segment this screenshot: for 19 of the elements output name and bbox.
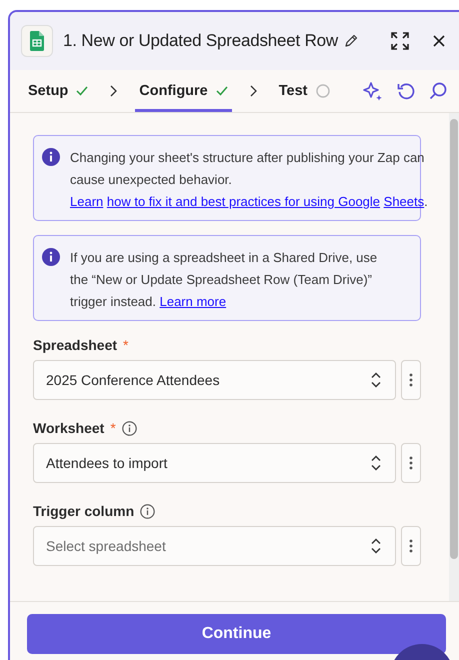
note-text: Changing your sheet's structure after publishing your Zap can cause unexpected behavior. Learn how to fix it and best practices for using Google Sheets. [70,149,429,211]
note-text: If you are using a spreadsheet in a Shared Drive, use the “New or Update Spreadsheet Row (Team Drive)” trigger instead. Learn more [70,249,378,311]
field-label: Worksheet [33,420,104,436]
dropdown-field[interactable]: Select spreadsheet [33,526,396,566]
step-tab[interactable]: Setup [24,70,92,112]
required-mark: * [123,337,128,353]
step-title: 1. New or Updated Spreadsheet Row [63,31,338,51]
help-link[interactable]: Learn [70,194,104,209]
required-mark: * [110,420,116,436]
field-label: Spreadsheet [33,337,118,353]
help-link[interactable]: Learn more [160,294,226,309]
step-tab[interactable]: Configure [135,70,232,112]
continue-button[interactable]: Continue [27,614,446,654]
field-label: Trigger column [33,503,134,519]
help-link[interactable]: Sheets [384,194,424,209]
help-link[interactable]: how to fix it and best practices for using Google [106,194,380,209]
dropdown-field[interactable]: Attendees to import [33,443,396,483]
step-tab[interactable]: Test [274,70,334,112]
dropdown-field[interactable]: 2025 Conference Attendees [33,360,396,400]
